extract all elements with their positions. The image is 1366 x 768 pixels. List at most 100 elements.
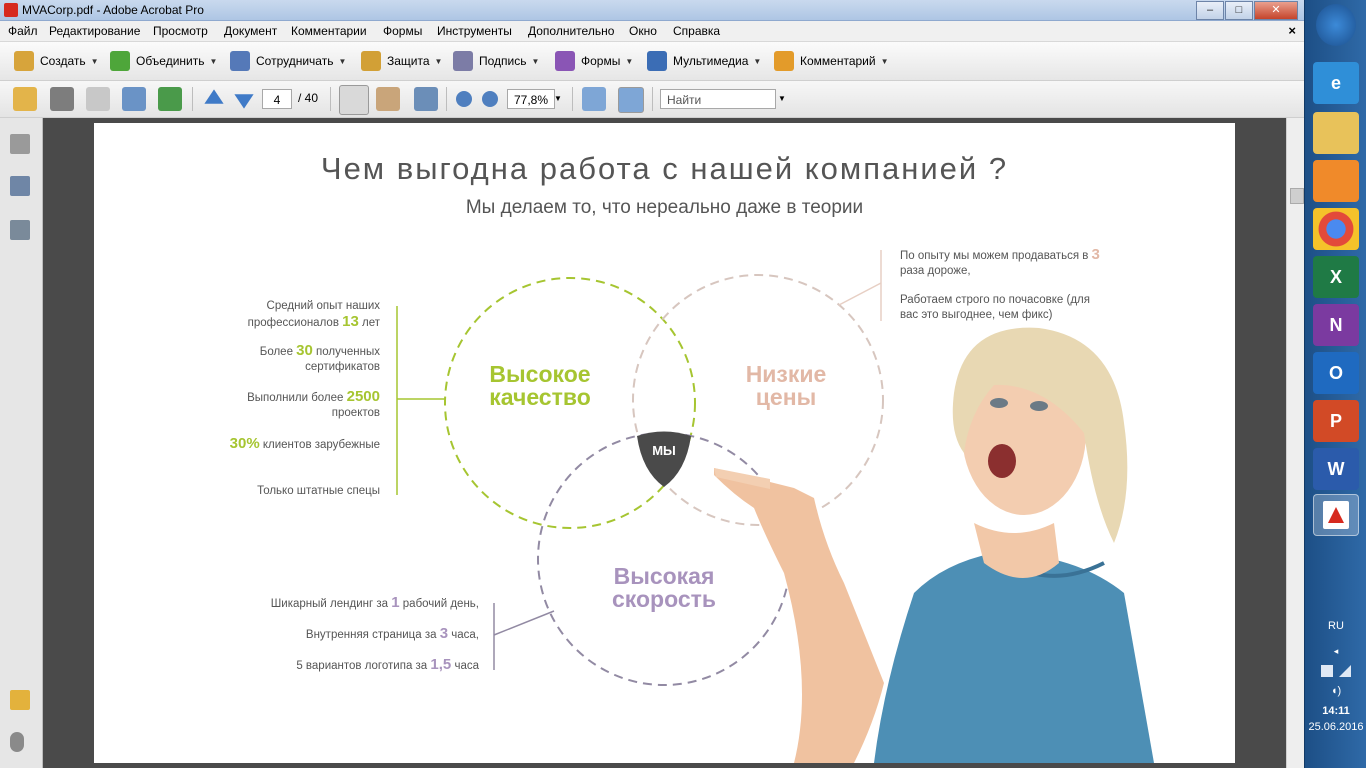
menu-edit[interactable]: Редактирование	[49, 24, 140, 38]
comment-button[interactable]: Комментарий ▼	[774, 50, 889, 72]
hand-tool-icon[interactable]	[376, 87, 400, 111]
attachments-icon[interactable]	[10, 732, 24, 752]
fit-page-icon[interactable]	[618, 87, 644, 113]
pages-icon[interactable]	[10, 134, 30, 154]
chrome-icon[interactable]	[1313, 208, 1359, 250]
acrobat-taskbar-icon[interactable]	[1313, 494, 1359, 536]
powerpoint-icon[interactable]: P	[1313, 400, 1359, 442]
collaborate-button[interactable]: Сотрудничать ▼	[230, 50, 346, 72]
combine-icon	[110, 51, 130, 71]
collaborate-label: Сотрудничать	[256, 54, 334, 68]
ie-icon[interactable]: e	[1313, 62, 1359, 104]
collaborate-icon	[230, 51, 250, 71]
maximize-button[interactable]: □	[1225, 1, 1253, 20]
forms-icon	[555, 51, 575, 71]
forms-button[interactable]: Формы ▼	[555, 50, 633, 72]
toolbar-separator	[572, 87, 573, 111]
multimedia-icon	[647, 51, 667, 71]
menu-view[interactable]: Просмотр	[153, 24, 208, 38]
sign-label: Подпись	[479, 54, 527, 68]
task-toolbar: Создать ▼ Объединить ▼ Сотрудничать ▼ За…	[0, 42, 1304, 81]
create-button[interactable]: Создать ▼	[14, 50, 99, 72]
volume-icon[interactable]: ◖)	[1305, 685, 1366, 697]
toolbar-separator	[330, 87, 331, 111]
fit-width-icon[interactable]	[582, 87, 606, 111]
find-input[interactable]: Найти	[660, 89, 776, 109]
zoom-marquee-icon[interactable]	[414, 87, 438, 111]
web-upload-icon[interactable]	[158, 87, 182, 111]
network-icon[interactable]	[1321, 665, 1333, 677]
toolbar-separator	[192, 87, 193, 111]
menu-window[interactable]: Окно	[629, 24, 657, 38]
vertical-scrollbar[interactable]	[1286, 118, 1305, 768]
forms-label: Формы	[581, 54, 621, 68]
chevron-down-icon: ▼	[90, 56, 99, 66]
comments-panel-icon[interactable]	[10, 690, 30, 710]
zoom-level-field[interactable]: 77,8%	[507, 89, 555, 109]
navigation-toolbar: 4 / 40 77,8% ▼ Найти ▼	[0, 81, 1304, 118]
word-icon[interactable]: W	[1313, 448, 1359, 490]
close-document-button[interactable]: ×	[1288, 23, 1296, 38]
outlook-icon[interactable]: O	[1313, 352, 1359, 394]
chevron-down-icon: ▼	[625, 56, 634, 66]
chevron-down-icon: ▼	[209, 56, 218, 66]
document-view: Чем выгодна работа с нашей компанией ? М…	[43, 118, 1286, 768]
show-hidden-icons-icon[interactable]: ◂	[1305, 646, 1366, 657]
create-label: Создать	[40, 54, 86, 68]
arrow-up-icon[interactable]	[204, 89, 224, 104]
toolbar-separator	[446, 87, 447, 111]
menu-file[interactable]: Файл	[8, 24, 38, 38]
combine-label: Объединить	[136, 54, 205, 68]
menu-help[interactable]: Справка	[673, 24, 720, 38]
pen-icon	[453, 51, 473, 71]
excel-icon[interactable]: X	[1313, 256, 1359, 298]
minimize-button[interactable]: –	[1196, 1, 1224, 20]
clock-time[interactable]: 14:11	[1305, 705, 1366, 717]
menu-tools[interactable]: Инструменты	[437, 24, 512, 38]
windows-start-icon[interactable]	[1316, 4, 1356, 46]
navigation-pane	[0, 118, 43, 768]
email-icon[interactable]	[122, 87, 146, 111]
protect-button[interactable]: Защита ▼	[361, 50, 442, 72]
explorer-icon[interactable]	[1313, 112, 1359, 154]
chevron-down-icon: ▼	[753, 56, 762, 66]
window-title-bar: MVACorp.pdf - Adobe Acrobat Pro – □ ✕	[0, 0, 1304, 21]
arrow-down-icon[interactable]	[234, 94, 254, 109]
chevron-down-icon: ▼	[434, 56, 443, 66]
signatures-icon[interactable]	[10, 220, 30, 240]
comment-label: Комментарий	[800, 54, 876, 68]
menu-document[interactable]: Документ	[224, 24, 277, 38]
language-indicator[interactable]: RU	[1305, 620, 1366, 632]
comment-icon	[774, 51, 794, 71]
zoom-in-icon[interactable]	[482, 91, 498, 107]
window-title: MVACorp.pdf - Adobe Acrobat Pro	[22, 3, 204, 17]
menu-comments[interactable]: Комментарии	[291, 24, 367, 38]
multimedia-label: Мультимедиа	[673, 54, 749, 68]
select-tool-icon[interactable]	[339, 85, 369, 115]
onenote-icon[interactable]: N	[1313, 304, 1359, 346]
chevron-down-icon: ▼	[531, 56, 540, 66]
scrollbar-thumb[interactable]	[1290, 188, 1304, 204]
acrobat-icon	[4, 3, 18, 17]
chevron-down-icon: ▼	[880, 56, 889, 66]
clock-date[interactable]: 25.06.2016	[1305, 721, 1366, 733]
open-folder-icon[interactable]	[13, 87, 37, 111]
close-button[interactable]: ✕	[1254, 1, 1298, 20]
save-icon[interactable]	[86, 87, 110, 111]
page-number-input[interactable]: 4	[262, 89, 292, 109]
chevron-down-icon[interactable]: ▼	[554, 94, 562, 103]
page-total: / 40	[298, 91, 319, 105]
media-player-icon[interactable]	[1313, 160, 1359, 202]
menu-forms[interactable]: Формы	[383, 24, 422, 38]
chevron-down-icon[interactable]: ▼	[778, 94, 786, 103]
signal-icon[interactable]	[1339, 665, 1351, 677]
bookmarks-icon[interactable]	[10, 176, 30, 196]
zoom-out-icon[interactable]	[456, 91, 472, 107]
combine-button[interactable]: Объединить ▼	[110, 50, 217, 72]
create-icon	[14, 51, 34, 71]
windows-taskbar: e X N O P W RU ◂ ◖) 14:11 25.06.2016	[1304, 0, 1366, 768]
multimedia-button[interactable]: Мультимедиа ▼	[647, 50, 761, 72]
print-icon[interactable]	[50, 87, 74, 111]
menu-advanced[interactable]: Дополнительно	[528, 24, 614, 38]
sign-button[interactable]: Подпись ▼	[453, 50, 539, 72]
